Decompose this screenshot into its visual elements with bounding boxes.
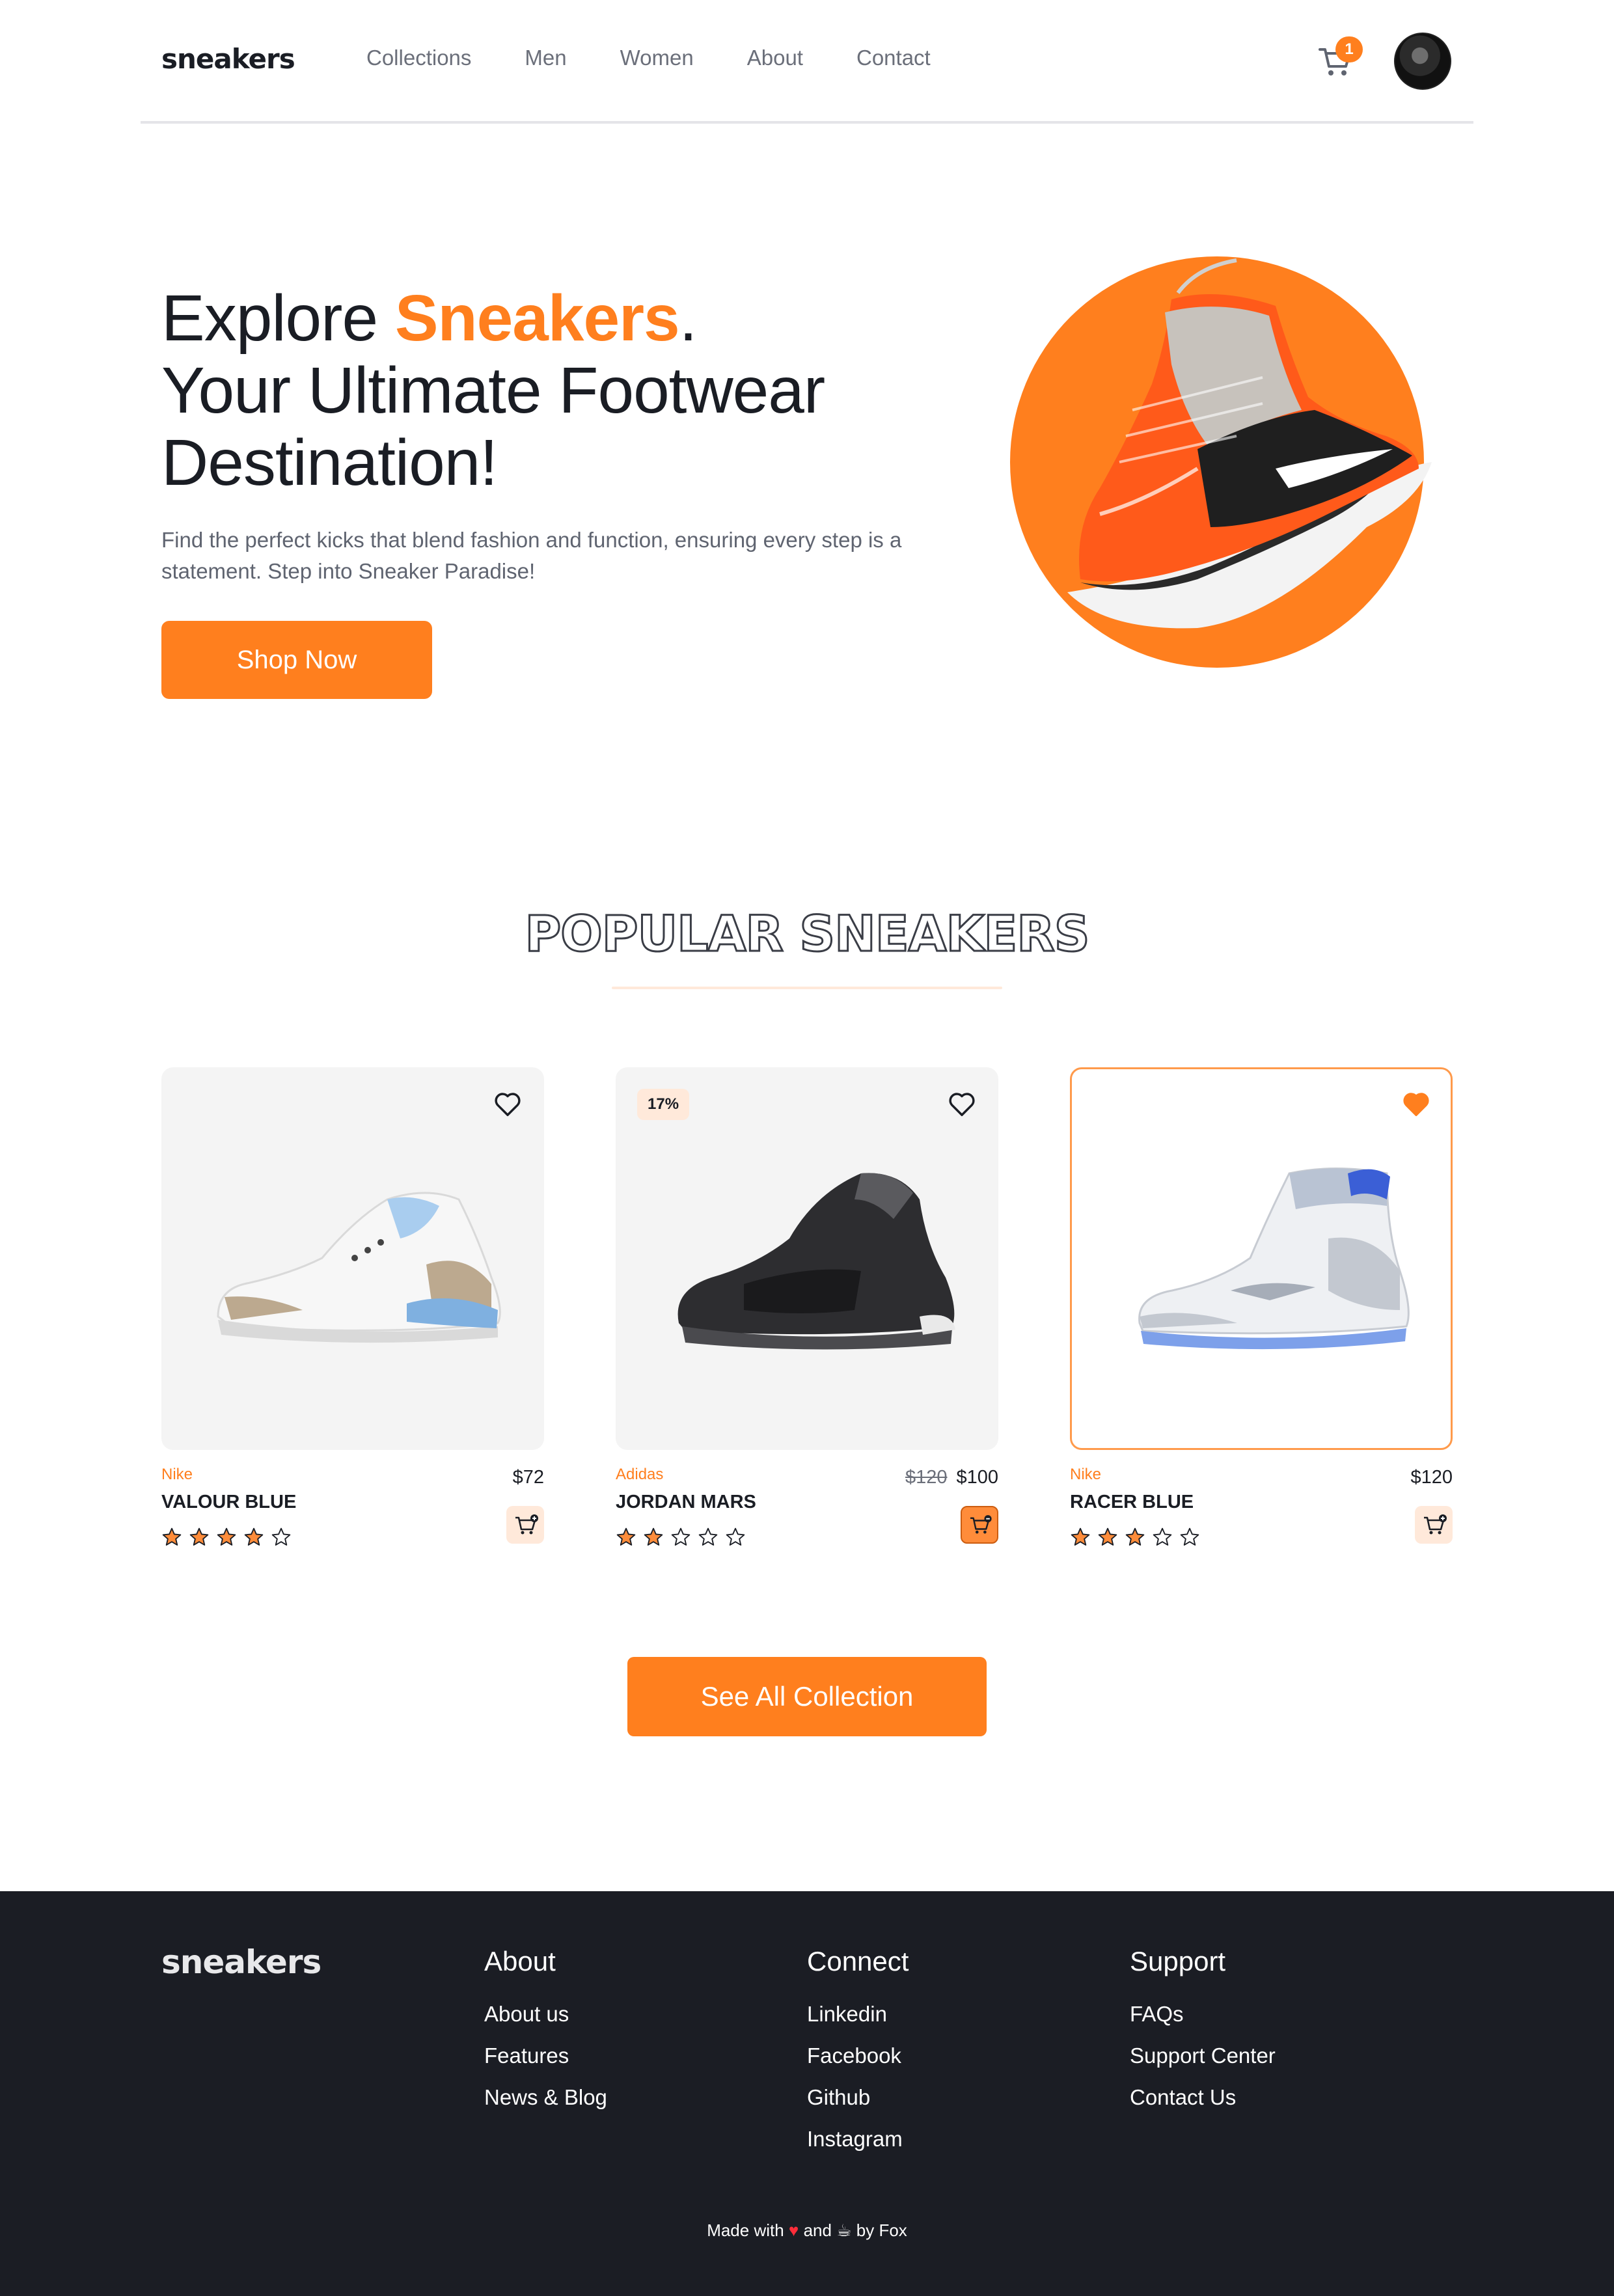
footer-col-about: About About us Features News & Blog xyxy=(484,1946,607,2127)
star-icon xyxy=(1125,1527,1145,1546)
product-brand: Nike xyxy=(1070,1466,1102,1483)
product-name[interactable]: RACER BLUE xyxy=(1070,1492,1194,1513)
footer-col-support: Support FAQs Support Center Contact Us xyxy=(1130,1946,1276,2127)
star-icon xyxy=(644,1527,663,1546)
product-price-group: $120 $100 xyxy=(905,1467,998,1488)
product-name[interactable]: JORDAN MARS xyxy=(616,1492,756,1513)
product-card[interactable]: Nike RACER BLUE $120 xyxy=(1070,1067,1453,1546)
footer-link-support-center[interactable]: Support Center xyxy=(1130,2043,1276,2068)
star-icon xyxy=(1180,1527,1199,1546)
product-price-group: $120 xyxy=(1410,1467,1453,1488)
star-icon xyxy=(162,1527,182,1546)
product-brand: Adidas xyxy=(616,1466,664,1483)
footer-col-title: Connect xyxy=(807,1946,909,1976)
product-brand: Nike xyxy=(161,1466,193,1483)
footer-col-title: Support xyxy=(1130,1946,1226,1976)
cart-count-badge: 1 xyxy=(1335,36,1363,62)
add-to-cart-button[interactable] xyxy=(1415,1506,1453,1544)
hero-subtitle: Find the perfect kicks that blend fashio… xyxy=(161,528,902,583)
sneaker-image xyxy=(217,1192,501,1343)
hero-title-line2: Your Ultimate Footwear xyxy=(161,354,825,427)
footer-link-github[interactable]: Github xyxy=(807,2085,909,2110)
see-all-collection-button[interactable]: See All Collection xyxy=(627,1657,987,1736)
site-footer: sneakers About About us Features News & … xyxy=(0,1891,1614,2296)
add-to-cart-button[interactable] xyxy=(961,1506,998,1544)
footer-link-news-blog[interactable]: News & Blog xyxy=(484,2085,607,2110)
product-image-box[interactable] xyxy=(161,1067,544,1450)
hero-title-part1: Explore xyxy=(161,282,395,355)
product-price: $120 xyxy=(1410,1467,1453,1488)
nav-collections[interactable]: Collections xyxy=(366,46,471,70)
heart-icon: ♥ xyxy=(788,2221,799,2240)
hero-title-line3: Destination! xyxy=(161,426,498,499)
footer-link-contact-us[interactable]: Contact Us xyxy=(1130,2085,1276,2110)
product-image-box[interactable] xyxy=(1070,1067,1453,1450)
product-name[interactable]: VALOUR BLUE xyxy=(161,1492,296,1513)
made-with-author: by Fox xyxy=(856,2221,907,2240)
made-with-and: and xyxy=(803,2221,832,2240)
star-icon xyxy=(1098,1527,1117,1546)
star-icon xyxy=(217,1527,236,1546)
star-icon xyxy=(616,1527,636,1546)
footer-col-connect: Connect Linkedin Facebook Github Instagr… xyxy=(807,1946,909,2168)
star-icon xyxy=(244,1527,264,1546)
footer-link-instagram[interactable]: Instagram xyxy=(807,2127,909,2152)
star-icon xyxy=(271,1527,291,1546)
heart-icon[interactable] xyxy=(493,1089,523,1119)
star-icon xyxy=(698,1527,718,1546)
star-icon xyxy=(726,1527,745,1546)
product-price: $100 xyxy=(956,1467,998,1488)
star-icon xyxy=(1071,1527,1090,1546)
footer-link-faqs[interactable]: FAQs xyxy=(1130,2002,1276,2027)
footer-link-about-us[interactable]: About us xyxy=(484,2002,607,2027)
nav-about[interactable]: About xyxy=(747,46,803,70)
star-icon xyxy=(1153,1527,1172,1546)
sneaker-image xyxy=(1138,1168,1410,1350)
section-title: POPULAR SNEAKERS xyxy=(524,904,1091,964)
hero-title-accent: Sneakers xyxy=(394,282,680,355)
product-image-box[interactable]: 17% xyxy=(616,1067,998,1450)
hero-title: Explore Sneakers. Your Ultimate Footwear… xyxy=(161,282,825,499)
product-card[interactable]: Nike VALOUR BLUE $72 xyxy=(161,1067,544,1546)
made-with-text: Made with xyxy=(707,2221,784,2240)
site-header: sneakers Collections Men Women About Con… xyxy=(141,0,1473,124)
hero-sneaker-image xyxy=(1010,256,1432,668)
nav-contact[interactable]: Contact xyxy=(856,46,931,70)
footer-link-features[interactable]: Features xyxy=(484,2043,607,2068)
footer-link-linkedin[interactable]: Linkedin xyxy=(807,2002,909,2027)
site-logo[interactable]: sneakers xyxy=(161,43,295,75)
product-price-group: $72 xyxy=(513,1467,544,1488)
add-to-cart-icon xyxy=(970,1515,992,1534)
star-icon xyxy=(671,1527,691,1546)
made-with-credit: Made with ♥ and ☕ by Fox xyxy=(0,2221,1614,2241)
nav-women[interactable]: Women xyxy=(620,46,694,70)
coffee-icon: ☕ xyxy=(836,2221,852,2240)
heart-icon[interactable] xyxy=(1401,1089,1431,1119)
product-old-price: $120 xyxy=(905,1467,948,1488)
star-icon xyxy=(189,1527,209,1546)
hero-title-part2: . xyxy=(679,282,698,355)
footer-link-facebook[interactable]: Facebook xyxy=(807,2043,909,2068)
main-nav: Collections Men Women About Contact xyxy=(366,46,931,70)
section-underline xyxy=(612,987,1002,989)
add-to-cart-button[interactable] xyxy=(506,1506,544,1544)
add-to-cart-icon xyxy=(515,1514,538,1535)
avatar[interactable] xyxy=(1394,33,1451,90)
product-card[interactable]: 17% Adidas JORDAN MARS $120 $100 xyxy=(616,1067,998,1546)
shop-now-button[interactable]: Shop Now xyxy=(161,621,432,699)
heart-icon[interactable] xyxy=(947,1089,977,1119)
rating-stars xyxy=(161,1527,292,1548)
discount-badge: 17% xyxy=(637,1089,690,1120)
rating-stars xyxy=(616,1527,746,1548)
footer-logo[interactable]: sneakers xyxy=(161,1943,321,1981)
sneaker-image xyxy=(677,1173,955,1350)
footer-col-title: About xyxy=(484,1946,556,1976)
add-to-cart-icon xyxy=(1424,1514,1447,1535)
product-price: $72 xyxy=(512,1467,544,1488)
nav-men[interactable]: Men xyxy=(525,46,566,70)
rating-stars xyxy=(1070,1527,1200,1548)
